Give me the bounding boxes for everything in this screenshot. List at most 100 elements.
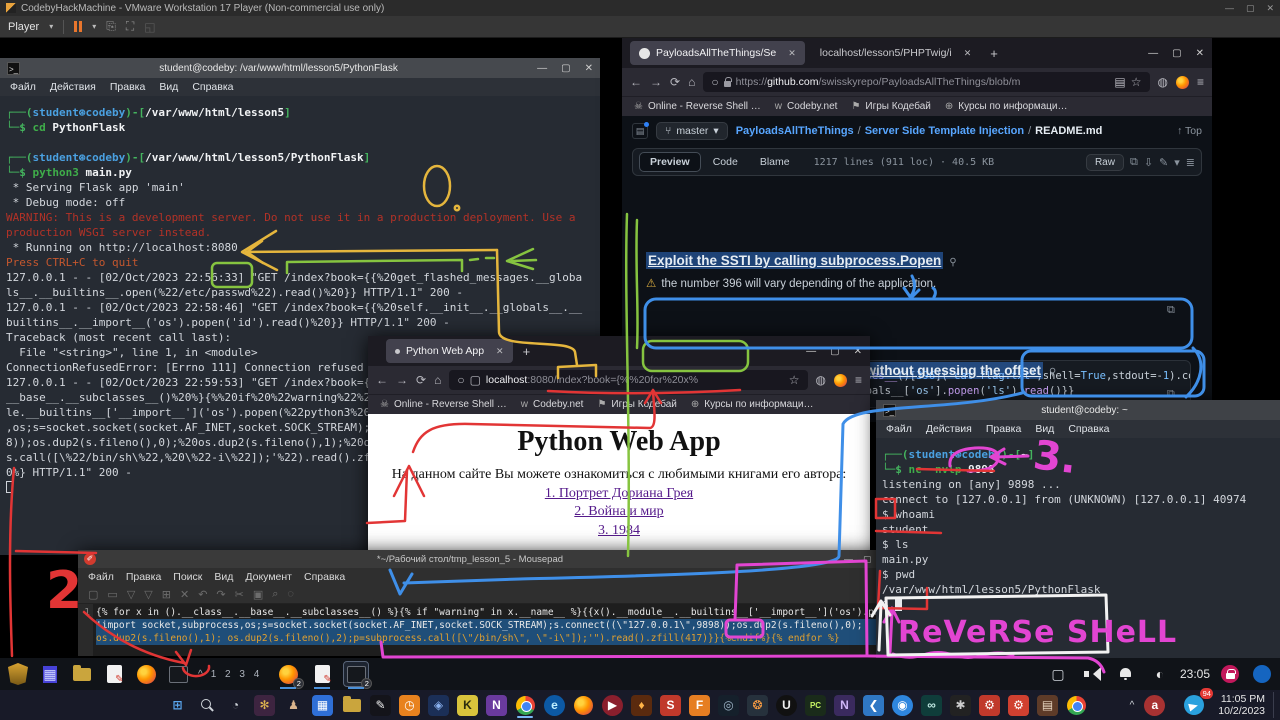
- pause-caret-icon[interactable]: ▾: [92, 22, 96, 31]
- send-ctrl-alt-del-icon[interactable]: ⎘: [106, 19, 116, 34]
- unreal-icon[interactable]: U: [772, 692, 801, 718]
- tab-blame[interactable]: Blame: [750, 153, 800, 171]
- file-tree-toggle-icon[interactable]: ▤: [632, 123, 648, 139]
- menu-item[interactable]: Справка: [192, 81, 233, 93]
- vm-menu-icon[interactable]: [6, 662, 30, 686]
- menu-item[interactable]: Вид: [159, 81, 178, 93]
- win-start-icon[interactable]: ⊞: [163, 692, 192, 718]
- lens-app-icon[interactable]: ◎: [714, 692, 743, 718]
- edit-caret-icon[interactable]: ▾: [1174, 156, 1180, 169]
- show-desktop-button[interactable]: [1273, 692, 1276, 718]
- fullscreen-icon[interactable]: ⛶: [126, 19, 134, 34]
- forward-icon[interactable]: →: [650, 75, 662, 89]
- menu-item[interactable]: Действия: [50, 81, 96, 93]
- back-to-top-button[interactable]: ↑ Top: [1177, 125, 1202, 137]
- menu-item[interactable]: Справка: [304, 571, 345, 583]
- bookmark-item[interactable]: ⚑Игры Кодебай: [851, 101, 930, 112]
- firefox-launcher-icon[interactable]: [134, 662, 158, 686]
- anchor-link-icon[interactable]: ⚲: [949, 257, 956, 268]
- tray-avatar-icon[interactable]: a: [1140, 692, 1169, 718]
- notepadpp-icon[interactable]: N: [830, 692, 859, 718]
- raw-button[interactable]: Raw: [1086, 154, 1124, 171]
- back-icon[interactable]: ←: [630, 75, 642, 89]
- ff2-close-button[interactable]: ✕: [854, 346, 862, 357]
- download-icon[interactable]: ⇩: [1144, 156, 1153, 169]
- media-player-icon[interactable]: ▶: [598, 692, 627, 718]
- bookmark-item[interactable]: wCodeby.net: [775, 101, 838, 112]
- clock-app-icon[interactable]: ◷: [395, 692, 424, 718]
- power-manager-icon[interactable]: ◐: [1148, 662, 1172, 686]
- vm-clock[interactable]: 23:05: [1180, 667, 1210, 681]
- anchor-link-icon[interactable]: ⚲: [1049, 367, 1056, 378]
- terminal1-titlebar[interactable]: >_ student@codeby: /var/www/html/lesson5…: [0, 58, 600, 78]
- text-editor-icon[interactable]: [102, 662, 126, 686]
- flame-app-icon[interactable]: ♦: [627, 692, 656, 718]
- pause-vm-button[interactable]: [74, 21, 82, 32]
- calendar-app-icon[interactable]: ▦: [308, 692, 337, 718]
- firefox-account-icon[interactable]: [1176, 76, 1189, 89]
- vpn-status-icon[interactable]: [1250, 662, 1274, 686]
- volume-icon[interactable]: [1080, 662, 1104, 686]
- windows-clock[interactable]: 11:05 PM 10/2/2023: [1218, 693, 1265, 717]
- ff2-maximize-button[interactable]: ▢: [830, 346, 839, 357]
- terminal-launcher-icon[interactable]: [166, 662, 190, 686]
- win-search-icon[interactable]: [192, 692, 221, 718]
- gauge-app-icon[interactable]: ◔: [221, 692, 250, 718]
- tab-python-web-app[interactable]: Python Web App ✕: [386, 339, 513, 363]
- menu-item[interactable]: Файл: [886, 423, 912, 435]
- file-explorer-icon[interactable]: [337, 692, 366, 718]
- forward-icon[interactable]: →: [396, 373, 408, 387]
- menu-item[interactable]: Документ: [245, 571, 292, 583]
- menu-item[interactable]: Правка: [986, 423, 1021, 435]
- github-urlbar[interactable]: ○ https://github.com/swisskyrepo/Payload…: [703, 72, 1149, 92]
- player-menu[interactable]: Player: [8, 21, 39, 33]
- key-app-icon[interactable]: K: [453, 692, 482, 718]
- pycharm-icon[interactable]: PC: [801, 692, 830, 718]
- tray-expand-icon[interactable]: ^: [1130, 700, 1135, 711]
- tab-preview[interactable]: Preview: [639, 152, 701, 172]
- menu-item[interactable]: Вид: [214, 571, 233, 583]
- new-tab-button[interactable]: +: [523, 344, 531, 359]
- vmware-close-button[interactable]: ✕: [1266, 3, 1274, 14]
- menu-item[interactable]: Правка: [126, 571, 161, 583]
- bookmark-star-icon[interactable]: ☆: [789, 373, 800, 387]
- bookmark-item[interactable]: ☠Online - Reverse Shell …: [380, 399, 507, 410]
- workspace-switcher[interactable]: 1 2 3 4: [211, 669, 263, 680]
- ff2-minimize-button[interactable]: —: [806, 346, 816, 357]
- book-link[interactable]: 1. Портрет Дориана Грея: [368, 486, 870, 502]
- edge-icon[interactable]: e: [540, 692, 569, 718]
- books-app-icon[interactable]: ▤: [1033, 692, 1062, 718]
- gear-red-2-icon[interactable]: ⚙: [1004, 692, 1033, 718]
- book-link[interactable]: 3. 1984: [368, 523, 870, 539]
- reload-icon[interactable]: ⟳: [416, 373, 426, 387]
- book-link[interactable]: 2. Война и мир: [368, 504, 870, 520]
- chrome-2-icon[interactable]: [1062, 692, 1091, 718]
- pocket-icon[interactable]: ◍: [1158, 75, 1168, 89]
- terminal-window-icon[interactable]: 2: [344, 662, 368, 686]
- mousepad-minimize-button[interactable]: —: [844, 554, 853, 564]
- breadcrumb-repo[interactable]: PayloadsAllTheThings: [736, 125, 854, 137]
- edit-pencil-icon[interactable]: ✎: [1159, 156, 1168, 169]
- breadcrumb-folder[interactable]: Server Side Template Injection: [865, 125, 1024, 137]
- branch-selector[interactable]: ⑂master▾: [656, 122, 728, 140]
- home-icon[interactable]: ⌂: [434, 373, 441, 387]
- file-manager-icon[interactable]: [70, 662, 94, 686]
- pocket-icon[interactable]: ◍: [816, 373, 826, 387]
- tab-close-icon[interactable]: ✕: [788, 48, 796, 59]
- notes-app-icon[interactable]: ✎: [366, 692, 395, 718]
- mousepad-titlebar[interactable]: ✐ *~/Рабочий стол/tmp_lesson_5 - Mousepa…: [78, 550, 895, 568]
- menu-item[interactable]: Файл: [10, 81, 36, 93]
- firefox-account-icon[interactable]: [834, 374, 847, 387]
- reload-icon[interactable]: ⟳: [670, 75, 680, 89]
- onenote-icon[interactable]: N: [482, 692, 511, 718]
- tab-localhost-phptwig[interactable]: localhost/lesson5/PHPTwig/i ✕: [811, 41, 980, 65]
- show-desktop-icon[interactable]: ▦: [38, 662, 62, 686]
- reader-mode-icon[interactable]: ▤: [1114, 75, 1125, 89]
- app-menu-icon[interactable]: ≡: [1197, 75, 1204, 89]
- tab-close-icon[interactable]: ✕: [496, 346, 504, 357]
- terminal1-maximize-button[interactable]: ▢: [561, 63, 570, 74]
- back-icon[interactable]: ←: [376, 373, 388, 387]
- firefox-window-icon[interactable]: 2: [276, 662, 300, 686]
- ff1-maximize-button[interactable]: ▢: [1172, 48, 1181, 59]
- menu-item[interactable]: Файл: [88, 571, 114, 583]
